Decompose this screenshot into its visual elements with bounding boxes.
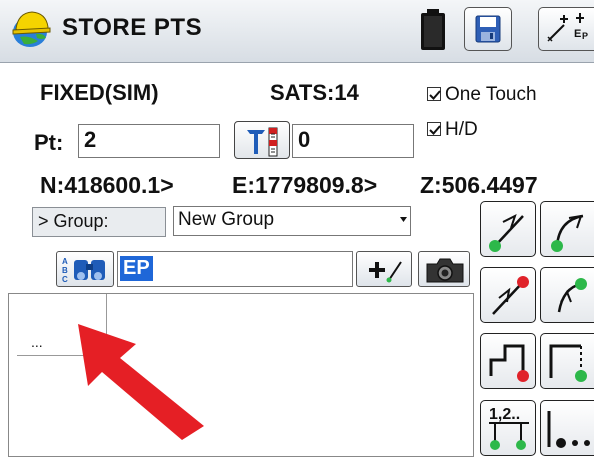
points-icon: E P <box>547 13 588 42</box>
add-code-button[interactable] <box>356 251 412 287</box>
store-arc-button[interactable] <box>480 201 536 257</box>
curve-end-icon <box>557 278 587 313</box>
curve-icon <box>551 214 584 252</box>
rod-height-button[interactable] <box>234 121 290 159</box>
hd-checkbox[interactable] <box>427 122 441 136</box>
point-list-button[interactable]: E P <box>538 7 594 51</box>
point-number-input[interactable]: 2 <box>78 124 220 158</box>
svg-text:P: P <box>582 31 588 41</box>
rectangle-icon <box>549 344 587 382</box>
camera-button[interactable] <box>418 251 470 287</box>
one-touch-label[interactable]: One Touch <box>445 84 537 106</box>
point-label: Pt: <box>34 130 64 155</box>
store-curve-end-button[interactable] <box>540 267 594 323</box>
northing-readout[interactable]: N:418600.1> <box>40 172 174 199</box>
binoculars-icon: A B C <box>62 257 105 284</box>
store-sequence-button[interactable]: 1,2.. <box>480 400 536 456</box>
page-title: STORE PTS <box>62 14 203 41</box>
more-icon <box>547 411 590 448</box>
svg-text:C: C <box>62 275 68 284</box>
svg-text:1,2..: 1,2.. <box>489 406 520 423</box>
title-bar: STORE PTS E P <box>0 0 594 63</box>
code-search-button[interactable]: A B C <box>56 251 114 287</box>
annotation-arrow-icon <box>78 324 204 440</box>
more-options-button[interactable] <box>540 400 594 456</box>
battery-icon <box>421 9 445 50</box>
rod-icon <box>247 127 278 157</box>
store-rectangle-button[interactable] <box>540 333 594 389</box>
store-line-end-button[interactable] <box>480 267 536 323</box>
code-input[interactable]: EP <box>117 251 353 287</box>
group-select[interactable]: New Group <box>173 206 411 236</box>
elevation-readout[interactable]: Z:506.4497 <box>420 172 538 199</box>
line-end-icon <box>492 276 529 315</box>
corner-icon <box>489 344 529 382</box>
group-select-value: New Group <box>178 209 275 230</box>
camera-icon <box>426 258 464 283</box>
hd-label[interactable]: H/D <box>445 119 478 141</box>
one-touch-checkbox[interactable] <box>427 87 441 101</box>
svg-text:A: A <box>62 257 68 266</box>
add-code-icon <box>369 261 402 283</box>
chevron-down-icon <box>400 217 407 222</box>
save-icon <box>475 15 501 43</box>
save-button[interactable] <box>464 7 512 51</box>
store-points-screen: STORE PTS E P FIXED(SIM) SATS:14 One Tou… <box>0 0 594 461</box>
satellite-count: SATS:14 <box>270 80 359 105</box>
svg-text:E: E <box>574 28 581 40</box>
checkmark-icon <box>429 125 441 135</box>
list-item-label: ... <box>31 334 43 350</box>
line-arc-icon <box>489 214 524 252</box>
rod-height-input[interactable]: 0 <box>292 124 414 158</box>
easting-readout[interactable]: E:1779809.8> <box>232 172 377 199</box>
solution-status: FIXED(SIM) <box>40 80 159 105</box>
code-input-value: EP <box>120 256 153 281</box>
store-arc-curve-button[interactable] <box>540 201 594 257</box>
checkmark-icon <box>429 90 441 100</box>
svg-text:B: B <box>62 266 68 275</box>
app-logo-icon <box>12 11 51 47</box>
store-corner-button[interactable] <box>480 333 536 389</box>
sequence-icon: 1,2.. <box>489 406 529 450</box>
group-button[interactable]: > Group: <box>32 207 166 237</box>
